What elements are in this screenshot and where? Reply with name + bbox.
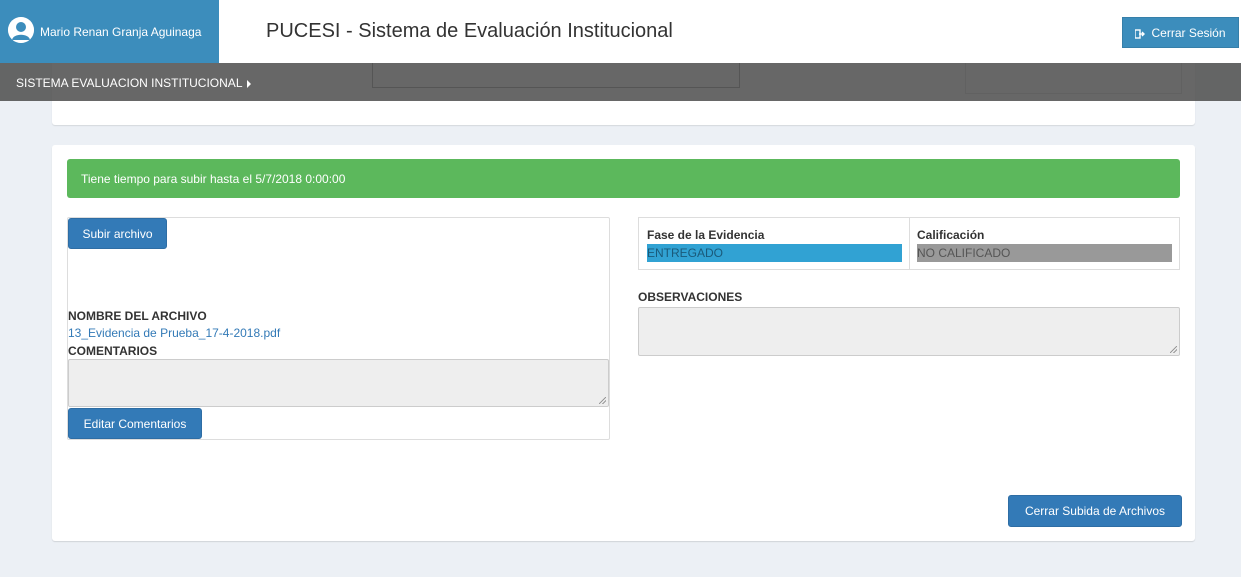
edit-comments-button[interactable]: Editar Comentarios: [68, 408, 202, 439]
resize-grip-icon[interactable]: [1170, 346, 1177, 353]
file-upload-box: Subir archivo NOMBRE DEL ARCHIVO 13_Evid…: [67, 217, 610, 440]
evidence-status-table: Fase de la Evidencia ENTREGADO Calificac…: [638, 217, 1180, 270]
main-navbar: SISTEMA EVALUACION INSTITUCIONAL: [0, 63, 1241, 101]
grade-header: Calificación: [917, 228, 985, 242]
user-avatar-icon: [8, 17, 34, 43]
user-panel[interactable]: Mario Renan Granja Aguinaga: [0, 0, 219, 63]
app-title: PUCESI - Sistema de Evaluación Instituci…: [266, 20, 673, 42]
observations-label: OBSERVACIONES: [638, 290, 743, 304]
upload-panel: Tiene tiempo para subir hasta el 5/7/201…: [52, 145, 1195, 541]
file-name-link[interactable]: 13_Evidencia de Prueba_17-4-2018.pdf: [68, 326, 280, 340]
resize-grip-icon[interactable]: [599, 397, 606, 404]
logout-button[interactable]: Cerrar Sesión: [1122, 17, 1239, 48]
file-name-label: NOMBRE DEL ARCHIVO: [68, 309, 207, 323]
logout-label: Cerrar Sesión: [1151, 25, 1226, 40]
deadline-alert: Tiene tiempo para subir hasta el 5/7/201…: [67, 159, 1180, 198]
grade-column: Calificación NO CALIFICADO: [910, 218, 1179, 269]
comments-label: COMENTARIOS: [68, 344, 158, 358]
caret-right-icon: [246, 79, 251, 88]
comments-textarea[interactable]: [68, 359, 609, 407]
phase-header: Fase de la Evidencia: [647, 228, 765, 242]
nav-item-label: SISTEMA EVALUACION INSTITUCIONAL: [16, 76, 243, 90]
grade-status-badge: NO CALIFICADO: [917, 244, 1172, 262]
upload-file-button[interactable]: Subir archivo: [68, 218, 167, 249]
phase-column: Fase de la Evidencia ENTREGADO: [639, 218, 910, 269]
observations-textarea[interactable]: [638, 307, 1180, 356]
phase-status-badge: ENTREGADO: [647, 244, 902, 262]
top-header: Mario Renan Granja Aguinaga PUCESI - Sis…: [0, 0, 1241, 63]
close-upload-button[interactable]: Cerrar Subida de Archivos: [1008, 495, 1182, 527]
sign-out-icon: [1134, 28, 1146, 39]
user-name: Mario Renan Granja Aguinaga: [40, 25, 202, 39]
nav-item-sistema[interactable]: SISTEMA EVALUACION INSTITUCIONAL: [16, 76, 251, 90]
